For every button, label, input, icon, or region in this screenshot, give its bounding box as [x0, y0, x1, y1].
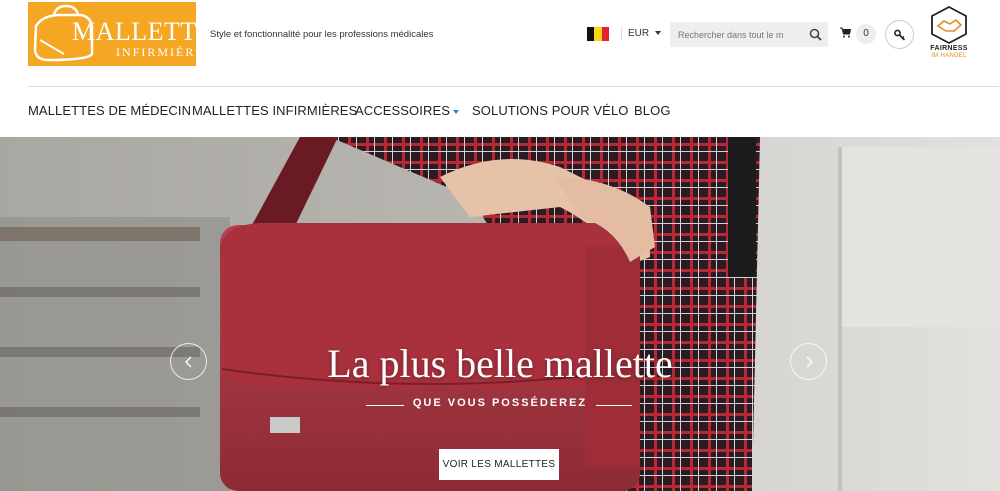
- chevron-down-icon: [655, 31, 662, 36]
- hero-slider: La plus belle mallette QUE VOUS POSSÉDER…: [0, 137, 1000, 491]
- search-icon[interactable]: [809, 28, 822, 41]
- search-input[interactable]: [670, 22, 806, 47]
- handshake-icon: [931, 5, 967, 45]
- site-header: MALLETTE INFIRMIÈRE Style et fonctionnal…: [0, 0, 1000, 87]
- nav-item-mallettes-medecin[interactable]: MALLETTES DE MÉDECIN: [28, 103, 191, 118]
- hero-title: La plus belle mallette: [327, 341, 673, 386]
- nav-item-accessoires[interactable]: ACCESSOIRES: [355, 103, 460, 118]
- flag-belgium-icon[interactable]: [587, 27, 609, 41]
- cart-button[interactable]: 0: [840, 24, 880, 44]
- logo-subtitle: INFIRMIÈRE: [116, 45, 196, 59]
- currency-selector[interactable]: EUR: [621, 27, 662, 41]
- search-box: [670, 22, 828, 47]
- chevron-down-icon: [453, 109, 460, 114]
- nav-item-mallettes-infirmieres[interactable]: MALLETTES INFIRMIÈRES: [192, 103, 357, 118]
- cart-icon: [840, 27, 851, 38]
- currency-label: EUR: [628, 28, 650, 39]
- site-logo[interactable]: MALLETTE INFIRMIÈRE: [28, 2, 196, 66]
- nav-item-accessoires-label: ACCESSOIRES: [355, 103, 451, 118]
- cart-count-badge: 0: [856, 24, 876, 44]
- logo-title: MALLETTE: [72, 17, 196, 46]
- main-nav: MALLETTES DE MÉDECIN MALLETTES INFIRMIÈR…: [0, 87, 1000, 137]
- hero-image: [0, 137, 1000, 491]
- key-icon: [894, 29, 906, 41]
- site-tagline: Style et fonctionnalité pour les profess…: [210, 29, 434, 40]
- nav-item-solutions-velo[interactable]: SOLUTIONS POUR VÉLO: [472, 103, 629, 118]
- fairness-subtitle: IM HANDEL: [931, 53, 967, 59]
- voir-mallettes-button[interactable]: VOIR LES MALLETTES: [439, 449, 559, 480]
- page: MALLETTE INFIRMIÈRE Style et fonctionnal…: [0, 0, 1000, 491]
- fairness-title: FAIRNESS: [930, 45, 968, 52]
- hero-subtitle: QUE VOUS POSSÉDEREZ: [412, 397, 588, 409]
- subtitle-line-right: [596, 405, 632, 406]
- fairness-badge: FAIRNESS IM HANDEL: [926, 5, 972, 59]
- nav-item-blog[interactable]: BLOG: [634, 103, 671, 118]
- account-button[interactable]: [885, 20, 914, 49]
